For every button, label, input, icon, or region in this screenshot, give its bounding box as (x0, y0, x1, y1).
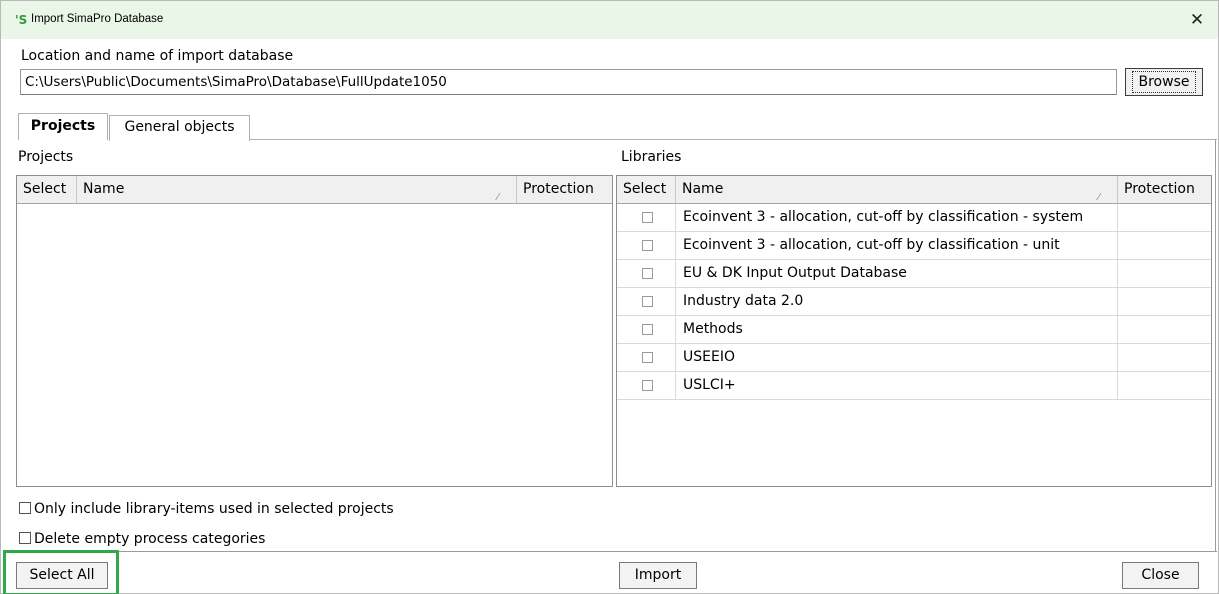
library-select-cell (617, 204, 676, 231)
close-button[interactable]: Close (1122, 562, 1199, 589)
tab-general-objects[interactable]: General objects (109, 115, 250, 141)
library-protection (1118, 372, 1211, 399)
import-database-dialog: 'S Import SimaPro Database ✕ Location an… (0, 0, 1219, 594)
library-row[interactable]: Ecoinvent 3 - allocation, cut-off by cla… (617, 232, 1211, 260)
library-name: USEEIO (676, 344, 1118, 371)
only-include-checkbox[interactable] (19, 502, 31, 514)
libraries-grid-header: Select Name ⁄ Protection (617, 176, 1211, 204)
library-checkbox[interactable] (642, 268, 653, 279)
libraries-section-label: Libraries (621, 149, 682, 165)
only-include-label: Only include library-items used in selec… (34, 501, 394, 517)
library-row[interactable]: Methods (617, 316, 1211, 344)
projects-section-label: Projects (18, 149, 74, 165)
library-checkbox[interactable] (642, 380, 653, 391)
tab-projects[interactable]: Projects (18, 113, 108, 140)
only-include-option[interactable]: Only include library-items used in selec… (19, 501, 394, 517)
library-select-cell (617, 372, 676, 399)
library-name: USLCI+ (676, 372, 1118, 399)
libraries-col-protection[interactable]: Protection (1118, 176, 1211, 203)
library-name: Methods (676, 316, 1118, 343)
libraries-col-name-label: Name (682, 181, 724, 197)
projects-grid-header: Select Name ⁄ Protection (17, 176, 612, 204)
library-protection (1118, 260, 1211, 287)
library-protection (1118, 232, 1211, 259)
footer-divider (15, 551, 1217, 552)
browse-button[interactable]: Browse (1125, 68, 1203, 96)
libraries-grid[interactable]: Select Name ⁄ Protection Ecoinvent 3 - a… (616, 175, 1212, 487)
library-select-cell (617, 288, 676, 315)
library-checkbox[interactable] (642, 212, 653, 223)
library-name: EU & DK Input Output Database (676, 260, 1118, 287)
library-select-cell (617, 316, 676, 343)
library-name: Industry data 2.0 (676, 288, 1118, 315)
library-select-cell (617, 260, 676, 287)
library-name: Ecoinvent 3 - allocation, cut-off by cla… (676, 204, 1118, 231)
library-select-cell (617, 344, 676, 371)
panel-border (1215, 139, 1216, 551)
library-protection (1118, 204, 1211, 231)
library-protection (1118, 288, 1211, 315)
library-row[interactable]: EU & DK Input Output Database (617, 260, 1211, 288)
library-checkbox[interactable] (642, 324, 653, 335)
delete-empty-option[interactable]: Delete empty process categories (19, 531, 265, 547)
libraries-col-name[interactable]: Name ⁄ (676, 176, 1118, 203)
projects-col-name-label: Name (83, 181, 125, 197)
library-protection (1118, 344, 1211, 371)
library-name: Ecoinvent 3 - allocation, cut-off by cla… (676, 232, 1118, 259)
library-protection (1118, 316, 1211, 343)
library-checkbox[interactable] (642, 240, 653, 251)
window-title: Import SimaPro Database (31, 13, 164, 25)
select-all-highlight (3, 550, 119, 594)
sort-indicator-icon: ⁄ (497, 192, 499, 203)
library-checkbox[interactable] (642, 352, 653, 363)
library-select-cell (617, 232, 676, 259)
projects-grid[interactable]: Select Name ⁄ Protection (16, 175, 613, 487)
libraries-col-select[interactable]: Select (617, 176, 676, 203)
browse-button-label: Browse (1131, 71, 1197, 93)
tab-divider (250, 139, 1217, 140)
close-window-icon[interactable]: ✕ (1186, 9, 1208, 31)
location-label: Location and name of import database (21, 48, 294, 64)
library-row[interactable]: USLCI+ (617, 372, 1211, 400)
library-row[interactable]: Industry data 2.0 (617, 288, 1211, 316)
library-row[interactable]: Ecoinvent 3 - allocation, cut-off by cla… (617, 204, 1211, 232)
database-path-input[interactable] (20, 69, 1117, 95)
title-bar: 'S Import SimaPro Database ✕ (1, 1, 1218, 39)
import-button[interactable]: Import (619, 562, 697, 589)
projects-col-select[interactable]: Select (17, 176, 77, 203)
delete-empty-checkbox[interactable] (19, 532, 31, 544)
delete-empty-label: Delete empty process categories (34, 531, 266, 547)
library-checkbox[interactable] (642, 296, 653, 307)
projects-col-protection[interactable]: Protection (517, 176, 612, 203)
projects-col-name[interactable]: Name ⁄ (77, 176, 517, 203)
simapro-app-icon: 'S (15, 13, 28, 27)
library-row[interactable]: USEEIO (617, 344, 1211, 372)
